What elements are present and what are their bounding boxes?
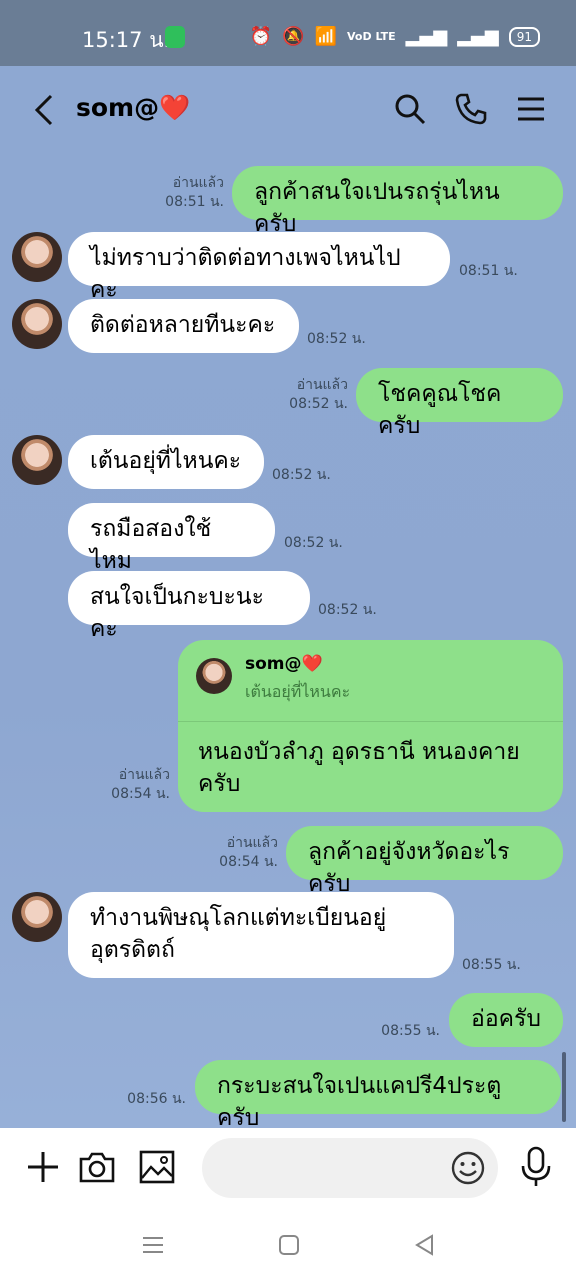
mute-icon: 🔕 [282,26,305,47]
back-nav-icon[interactable] [412,1232,438,1258]
message-meta: อ่านแล้ว 08:54 น. [96,766,170,804]
network-label: VoD LTE [347,30,396,43]
message-meta: อ่านแล้ว 08:52 น. [274,376,348,414]
phone-icon[interactable] [454,92,488,126]
message-bubble-in[interactable]: ติดต่อหลายทีนะคะ [68,299,299,353]
microphone-icon[interactable] [518,1146,554,1188]
message-meta: อ่านแล้ว 08:51 น. [150,174,224,212]
quoted-text: เต้นอยุ่ที่ไหนคะ [245,682,351,701]
message-input-bar [0,1128,576,1210]
message-time: 08:55 น. [462,957,521,973]
reply-message-bubble[interactable]: som@❤️ เต้นอยุ่ที่ไหนคะ หนองบัวลำภู อุดร… [178,640,563,812]
message-time: 08:54 น. [111,786,170,802]
camera-icon[interactable] [78,1148,116,1186]
status-icons: ⏰ 🔕 📶 VoD LTE ▂▄▆ ▂▄▆ 91 [250,26,540,48]
read-receipt: อ่านแล้ว [172,175,224,191]
message-time: 08:52 น. [318,602,377,618]
message-bubble-in[interactable]: เต้นอยุ่ที่ไหนคะ [68,435,264,489]
message-meta: อ่านแล้ว 08:54 น. [204,834,278,872]
read-receipt: อ่านแล้ว [226,835,278,851]
chat-header: som@❤️ [0,66,576,150]
message-bubble-out[interactable]: กระบะสนใจเปนแคปรี4ประตูครับ [195,1060,561,1128]
message-bubble-in[interactable]: ทำงานพิษณุโลกแต่ทะเบียนอยู่ อุตรดิตถ์ [68,892,454,978]
status-time: 15:17 น. [82,28,171,52]
scrollbar-thumb[interactable] [562,1052,566,1122]
menu-icon[interactable] [514,92,548,126]
message-bubble-in[interactable]: รถมือสองใช้ไหม [68,503,275,574]
app-notification-icon [165,26,185,48]
quoted-message[interactable]: som@❤️ เต้นอยุ่ที่ไหนคะ [178,640,563,722]
battery-icon: 91 [508,27,540,47]
message-time: 08:56 น. [127,1091,186,1107]
message-bubble-out[interactable]: ลูกค้าอยู่จังหวัดอะไรครับ [286,826,563,897]
emoji-icon[interactable] [450,1150,486,1186]
reply-text: หนองบัวลำภู อุดรธานี หนองคาย ครับ [198,739,520,797]
message-bubble-out[interactable]: ลูกค้าสนใจเปนรถรุ่นไหนครับ [232,166,563,237]
message-time: 08:51 น. [165,194,224,210]
message-time: 08:54 น. [219,854,278,870]
message-bubble-out[interactable]: อ่อครับ [449,993,563,1047]
back-icon[interactable] [34,94,54,126]
chat-title: som@❤️ [76,93,191,122]
recent-apps-icon[interactable] [140,1232,166,1258]
message-time: 08:52 น. [307,331,366,347]
wifi-icon: 📶 [314,26,338,47]
message-bubble-out[interactable]: โชคคูณโชคครับ [356,368,563,439]
avatar[interactable] [12,892,62,942]
avatar[interactable] [12,299,62,349]
avatar[interactable] [12,232,62,282]
chat-area[interactable]: som@❤️ อ่านแล้ว 08:51 น. ลูกค้าสนใจเปนรถ… [0,66,576,1128]
alarm-icon: ⏰ [249,26,273,47]
search-icon[interactable] [393,92,427,126]
message-bubble-in[interactable]: ไม่ทราบว่าติดต่อทางเพจไหนไปคะ [68,232,450,303]
status-bar: 15:17 น. ⏰ 🔕 📶 VoD LTE ▂▄▆ ▂▄▆ 91 [0,0,576,66]
signal-icon: ▂▄▆ [405,26,448,47]
system-nav-bar [0,1210,576,1280]
signal-icon-2: ▂▄▆ [457,26,499,47]
read-receipt: อ่านแล้ว [118,767,170,783]
message-time: 08:52 น. [272,467,331,483]
avatar[interactable] [12,435,62,485]
avatar [196,658,232,694]
message-time: 08:51 น. [459,263,518,279]
message-time: 08:55 น. [381,1023,440,1039]
message-bubble-in[interactable]: สนใจเป็นกะบะนะคะ [68,571,310,642]
plus-icon[interactable] [24,1148,62,1186]
message-time: 08:52 น. [284,535,343,551]
home-icon[interactable] [276,1232,302,1258]
image-icon[interactable] [138,1148,176,1186]
read-receipt: อ่านแล้ว [296,377,348,393]
quoted-sender: som@❤️ [245,654,323,674]
message-time: 08:52 น. [289,396,348,412]
